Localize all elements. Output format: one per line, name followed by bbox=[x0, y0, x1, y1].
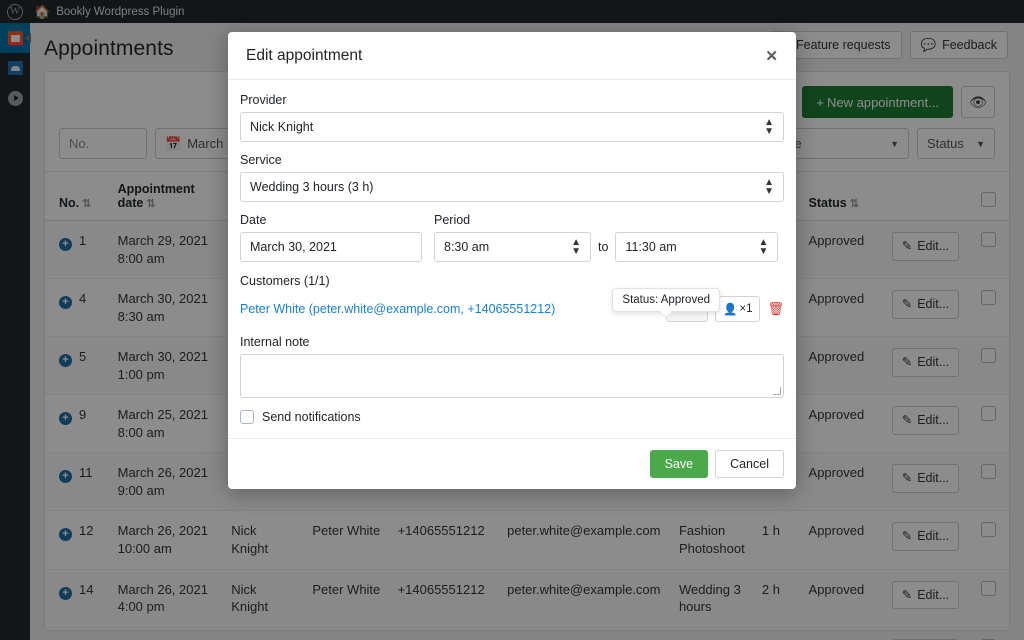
send-notifications-checkbox[interactable] bbox=[240, 410, 254, 424]
save-button[interactable]: Save bbox=[649, 450, 709, 478]
spinner-icon: ▲ ▼ bbox=[764, 177, 774, 197]
provider-label: Provider bbox=[240, 93, 287, 107]
date-label: Date bbox=[240, 213, 267, 227]
edit-appointment-modal: Edit appointment ✕ Provider Nick Knight … bbox=[228, 32, 796, 489]
person-icon: 👤 bbox=[723, 304, 738, 316]
period-from-select[interactable]: 8:30 am ▲ ▼ bbox=[434, 232, 591, 262]
cancel-button[interactable]: Cancel bbox=[715, 450, 784, 478]
period-field: Period 8:30 am ▲ ▼ to 11:30 am ▲ ▼ bbox=[434, 213, 784, 262]
internal-note-label: Internal note bbox=[240, 335, 310, 349]
modal-footer: Save Cancel bbox=[228, 438, 796, 489]
send-notifications-row[interactable]: Send notifications bbox=[240, 398, 784, 428]
period-controls: 8:30 am ▲ ▼ to 11:30 am ▲ ▼ bbox=[434, 232, 784, 262]
modal-header: Edit appointment ✕ bbox=[228, 32, 796, 80]
service-select[interactable]: Wedding 3 hours (3 h) ▲ ▼ bbox=[240, 172, 784, 202]
period-to-select[interactable]: 11:30 am ▲ ▼ bbox=[615, 232, 779, 262]
provider-select[interactable]: Nick Knight ▲ ▼ bbox=[240, 112, 784, 142]
date-input[interactable]: March 30, 2021 bbox=[240, 232, 422, 262]
service-value: Wedding 3 hours (3 h) bbox=[250, 180, 374, 194]
customers-label: Customers (1/1) bbox=[240, 274, 330, 288]
service-label: Service bbox=[240, 153, 282, 167]
period-label: Period bbox=[434, 213, 471, 227]
period-to-label: to bbox=[598, 240, 609, 254]
send-notifications-label: Send notifications bbox=[262, 410, 361, 424]
spinner-icon: ▲ ▼ bbox=[571, 237, 581, 257]
period-from-value: 8:30 am bbox=[444, 240, 490, 254]
period-to-value: 11:30 am bbox=[625, 240, 677, 254]
customer-link[interactable]: Peter White (peter.white@example.com, +1… bbox=[240, 302, 555, 316]
people-count-label: ×1 bbox=[739, 303, 753, 315]
date-value: March 30, 2021 bbox=[250, 240, 337, 254]
provider-value: Nick Knight bbox=[250, 120, 314, 134]
spinner-icon: ▲ ▼ bbox=[764, 117, 774, 137]
trash-icon[interactable]: 🗑 bbox=[767, 301, 784, 317]
date-field: Date March 30, 2021 bbox=[240, 213, 422, 262]
date-period-row: Date March 30, 2021 Period 8:30 am ▲ ▼ to… bbox=[240, 213, 784, 262]
modal-title: Edit appointment bbox=[246, 47, 363, 64]
modal-body: Provider Nick Knight ▲ ▼ Service Wedding … bbox=[228, 80, 796, 438]
customer-people-count[interactable]: 👤 ×1 bbox=[715, 296, 761, 322]
close-icon[interactable]: ✕ bbox=[765, 49, 778, 64]
internal-note-textarea[interactable] bbox=[240, 354, 784, 398]
spinner-icon: ▲ ▼ bbox=[758, 237, 769, 257]
status-tooltip: Status: Approved bbox=[612, 288, 720, 312]
